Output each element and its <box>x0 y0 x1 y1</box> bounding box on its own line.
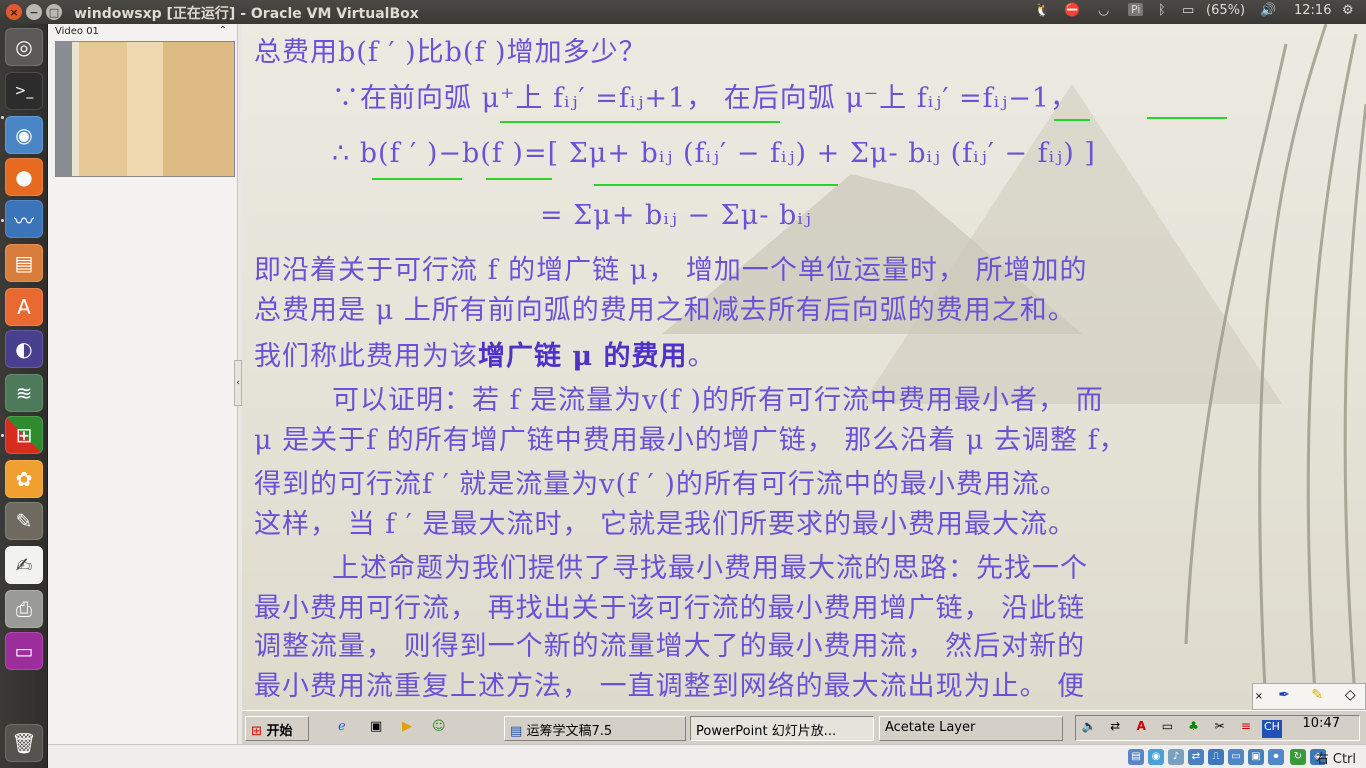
video-thumbnail[interactable] <box>55 41 235 177</box>
maximize-window-button[interactable]: □ <box>46 4 62 20</box>
line-6: 总费用是 μ 上所有前向弧的费用之和减去所有后向弧的费用之和。 <box>254 295 1076 326</box>
vbox-status-bar: ▤ ◉ ♪ ⇄ ⎍ ▭ ▣ ⏺ ↻ ◈ 右 Ctrl <box>48 744 1366 768</box>
adobe-tray-icon[interactable]: A <box>1131 719 1151 737</box>
terminal-icon[interactable]: >_ <box>5 72 43 110</box>
line-13: 最小费用可行流， 再找出关于该可行流的最小费用增广链， 沿此链 <box>254 593 1086 624</box>
arrow-icon[interactable]: ↻ <box>1290 749 1306 765</box>
video-panel-header: Video 01 ⌃ <box>48 24 237 41</box>
eraser-icon[interactable]: ◇ <box>1337 687 1363 709</box>
shared-folder-icon[interactable]: ▭ <box>1228 749 1244 765</box>
willow-branches <box>1184 24 1366 710</box>
clock[interactable]: 12:16 <box>1294 3 1331 18</box>
highlighter-icon[interactable]: ✎ <box>1304 687 1330 709</box>
line-7a: 我们称此费用为该 <box>254 341 478 372</box>
firefox-icon[interactable]: ● <box>5 158 43 196</box>
input-method-icon[interactable]: Pi <box>1128 3 1144 16</box>
start-label: 开始 <box>266 724 293 739</box>
app-icon[interactable]: ▭ <box>5 632 43 670</box>
xp-clock[interactable]: 10:47 <box>1303 716 1340 731</box>
media-icon[interactable]: ▶ <box>402 719 412 734</box>
line-10: 得到的可行流f ′ 就是流量为v(f ′ )的所有可行流中的最小费用流。 <box>254 469 1068 500</box>
line-7c: 。 <box>687 341 716 372</box>
network-icon[interactable]: ⇄ <box>1188 749 1204 765</box>
settings-gear-icon[interactable]: ⚙ <box>1342 3 1354 18</box>
task-powerpoint-label: PowerPoint 幻灯片放... <box>696 724 837 739</box>
dash-icon[interactable]: ◎ <box>5 28 43 66</box>
host-key: 右 Ctrl <box>1315 752 1356 767</box>
wifi-icon[interactable]: ◡ <box>1098 3 1109 18</box>
capture-icon[interactable]: ⏺ <box>1268 749 1284 765</box>
ie-icon[interactable]: ℯ <box>338 719 346 734</box>
volume-icon[interactable]: 🔊 <box>1260 3 1276 18</box>
bluetooth-icon[interactable]: ᛒ <box>1158 3 1166 18</box>
eclipse-icon[interactable]: ◐ <box>5 330 43 368</box>
line-7-bold: 增广链 μ 的费用 <box>478 341 688 372</box>
line-12: 上述命题为我们提供了寻找最小费用最大流的思路：先找一个 <box>332 553 1088 584</box>
network-tray-icon[interactable]: ⇄ <box>1105 719 1125 737</box>
line-8: 可以证明：若 f 是流量为v(f )的所有可行流中费用最小者， 而 <box>332 385 1104 416</box>
launcher: ◎ >_ ◉ ● 〰 ▤ A ◐ ≋ ⊞ ✿ ✎ ✍ ⎙ ▭ 🗑 <box>0 24 48 768</box>
display-icon[interactable]: ▣ <box>1248 749 1264 765</box>
line-4: = Σμ+ bᵢⱼ − Σμ- bᵢⱼ <box>540 200 812 231</box>
window-title: windowsxp [正在运行] - Oracle VM VirtualBox <box>74 6 419 22</box>
show-desktop-icon[interactable]: ▣ <box>370 719 382 734</box>
battery-percent: (65%) <box>1206 3 1246 18</box>
pen-icon[interactable]: ✒ <box>1271 687 1297 709</box>
files-icon[interactable]: ▤ <box>5 244 43 282</box>
collapse-icon[interactable]: ⌃ <box>219 25 227 36</box>
annotation-toolbar: × ✒ ✎ ◇ <box>1252 683 1366 710</box>
line-11: 这样， 当 f ′ 是最大流时， 它就是我们所要求的最小费用最大流。 <box>254 509 1077 540</box>
audio-icon[interactable]: ♪ <box>1168 749 1184 765</box>
xp-taskbar: ⊞ 开始 ℯ ▣ ▶ ☺ ▤ 运筹学文稿7.5 PowerPoint 幻灯片放.… <box>242 710 1366 744</box>
top-panel: × − □ windowsxp [正在运行] - Oracle VM Virtu… <box>0 0 1366 24</box>
minimize-window-button[interactable]: − <box>26 4 42 20</box>
network-status-icon[interactable]: ♣ <box>1184 719 1204 737</box>
slide: 总费用b(f ′ )比b(f )增加多少？ ∵在前向弧 μ⁺上 fᵢⱼ′ =fᵢ… <box>242 24 1366 710</box>
task-acetate-label: Acetate Layer <box>885 720 976 735</box>
tool-tray-icon[interactable]: ✂ <box>1210 719 1230 737</box>
line-9: μ 是关于f 的所有增广链中费用最小的增广链， 那么沿着 μ 去调整 f， <box>254 425 1127 456</box>
panel-toggle-button[interactable]: ‹ <box>234 360 242 406</box>
chromium-icon[interactable]: ◉ <box>5 116 43 154</box>
gimp-icon[interactable]: ✎ <box>5 502 43 540</box>
display-tray-icon[interactable]: ▭ <box>1157 719 1177 737</box>
word-icon: ▤ <box>510 724 523 739</box>
butterfly-icon[interactable]: ✿ <box>5 460 43 498</box>
no-entry-icon[interactable]: ⛔ <box>1064 3 1080 18</box>
line-2: ∵在前向弧 μ⁺上 fᵢⱼ′ =fᵢⱼ+1， 在后向弧 μ⁻上 fᵢⱼ′ =fᵢ… <box>332 83 1079 114</box>
hard-disk-icon[interactable]: ▤ <box>1128 749 1144 765</box>
tux-icon[interactable]: 🐧 <box>1034 3 1050 18</box>
battery-icon[interactable]: ▭ <box>1182 3 1194 18</box>
line-15: 最小费用流重复上述方法， 一直调整到网络的最大流出现为止。 便 <box>254 671 1086 702</box>
task-word-label: 运筹学文稿7.5 <box>526 724 613 739</box>
system-monitor-icon[interactable]: 〰 <box>5 200 43 238</box>
start-button[interactable]: ⊞ 开始 <box>245 716 309 741</box>
volume-tray-icon[interactable]: 🔈 <box>1079 719 1099 737</box>
task-powerpoint[interactable]: PowerPoint 幻灯片放... <box>690 716 874 741</box>
video-panel: Video 01 ⌃ <box>48 24 238 744</box>
line-3: ∴ b(f ′ )−b(f )=[ Σμ+ bᵢⱼ (fᵢⱼ′ − fᵢⱼ) +… <box>332 138 1096 169</box>
language-tray-icon[interactable]: CH <box>1261 720 1282 738</box>
line-7: 我们称此费用为该增广链 μ 的费用。 <box>254 334 716 373</box>
video-title: Video 01 <box>55 26 99 37</box>
text-editor-icon[interactable]: ✍ <box>5 546 43 584</box>
task-acetate[interactable]: Acetate Layer <box>879 716 1063 741</box>
close-window-button[interactable]: × <box>6 4 22 20</box>
task-word[interactable]: ▤ 运筹学文稿7.5 <box>504 716 686 741</box>
windows-icon[interactable]: ⊞ <box>5 416 43 454</box>
optical-drive-icon[interactable]: ◉ <box>1148 749 1164 765</box>
usb-icon[interactable]: ⎍ <box>1208 749 1224 765</box>
line-5: 即沿着关于可行流 f 的增广链 μ， 增加一个单位运量时， 所增加的 <box>254 255 1088 286</box>
trash-icon[interactable]: 🗑 <box>5 724 43 762</box>
flag-tray-icon[interactable]: ≡ <box>1236 719 1256 737</box>
windows-logo-icon: ⊞ <box>251 724 262 739</box>
stack-icon[interactable]: ≋ <box>5 374 43 412</box>
printer-icon[interactable]: ⎙ <box>5 590 43 628</box>
messenger-icon[interactable]: ☺ <box>432 719 446 734</box>
software-center-icon[interactable]: A <box>5 288 43 326</box>
line-1: 总费用b(f ′ )比b(f )增加多少？ <box>254 37 647 68</box>
line-14: 调整流量， 则得到一个新的流量增大了的最小费用流， 然后对新的 <box>254 631 1086 662</box>
